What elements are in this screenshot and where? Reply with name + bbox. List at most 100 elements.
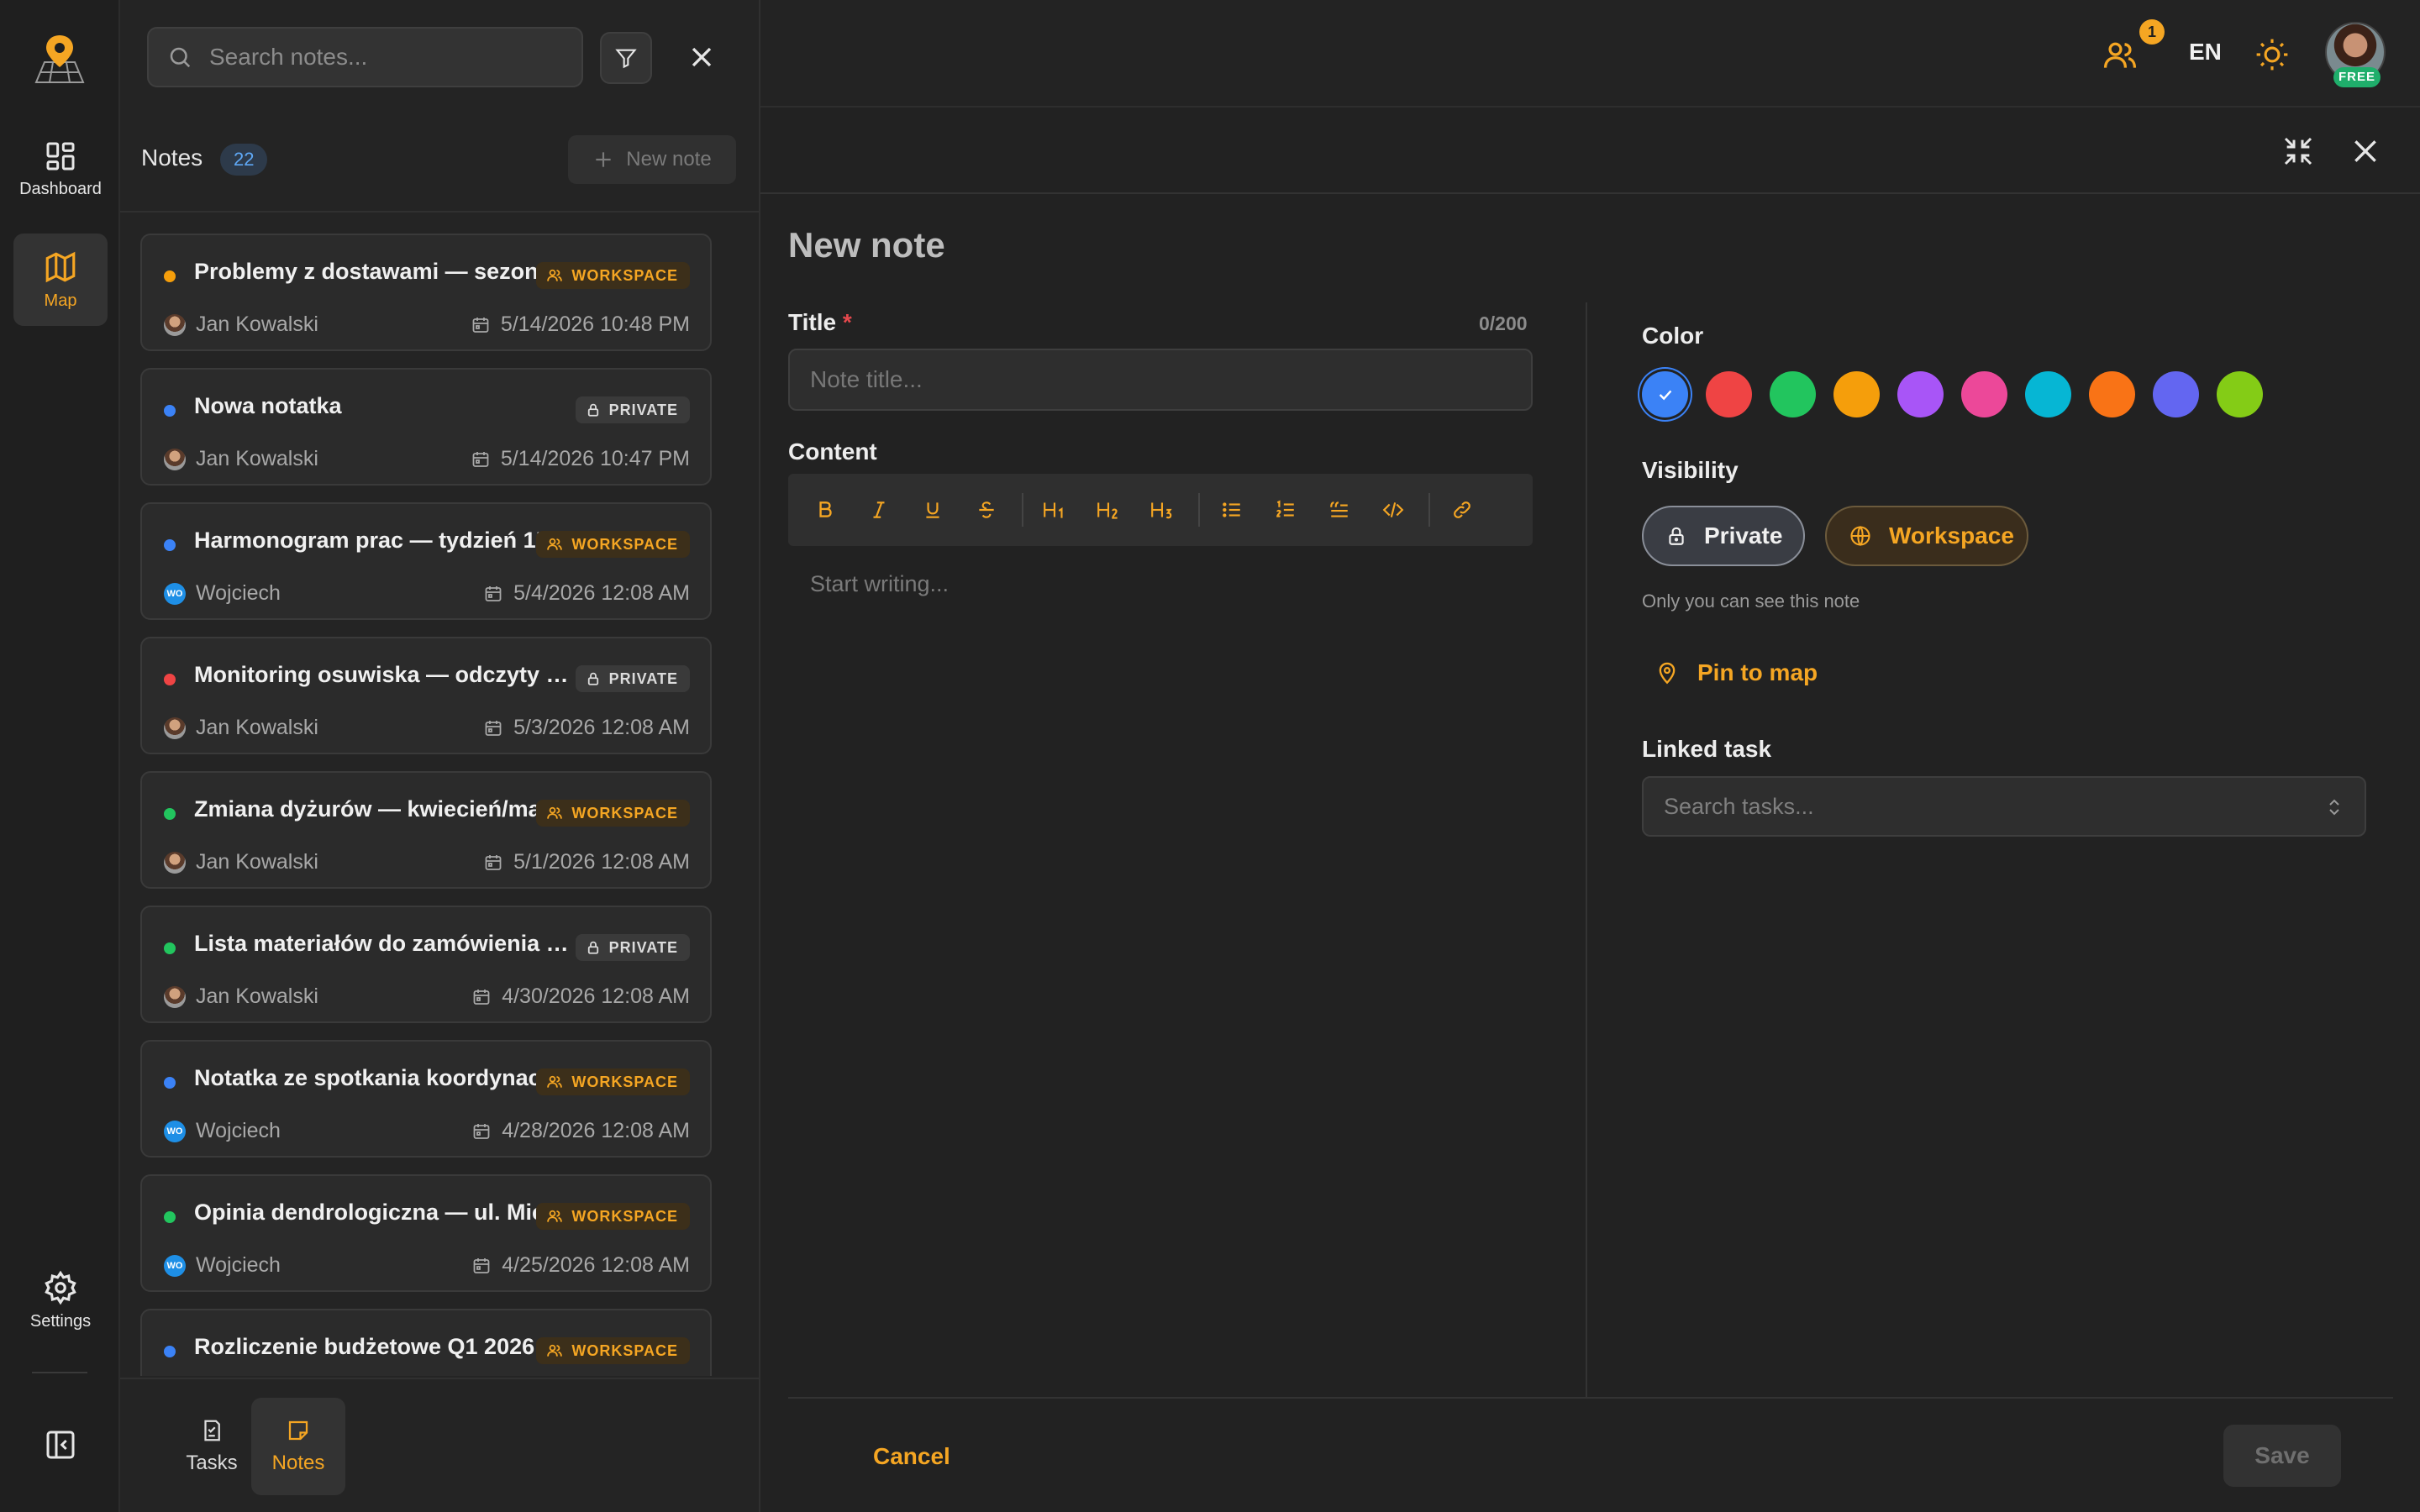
visibility-badge: WORKSPACE <box>536 1337 690 1364</box>
note-color-dot <box>164 942 176 954</box>
nav-item-dashboard[interactable]: Dashboard <box>13 123 108 215</box>
note-date: 5/14/2026 10:48 PM <box>471 312 690 337</box>
pin-to-map-button[interactable]: Pin to map <box>1655 659 1818 686</box>
collapse-sidebar-icon[interactable] <box>44 1428 77 1462</box>
note-color-dot <box>164 1346 176 1357</box>
team-icon[interactable] <box>2102 37 2139 74</box>
color-swatch[interactable] <box>1642 371 1688 417</box>
editor-toolbar <box>760 108 2420 194</box>
note-card[interactable]: Lista materiałów do zamówienia — ... PRIV… <box>140 906 712 1023</box>
search-input[interactable] <box>208 43 544 71</box>
note-title: Zmiana dyżurów — kwiecień/maj <box>194 796 548 822</box>
nav-item-settings[interactable]: Settings <box>13 1254 108 1347</box>
note-author: Jan Kowalski <box>164 984 318 1009</box>
tab-tasks[interactable]: Tasks <box>165 1398 259 1495</box>
code-icon[interactable] <box>1375 491 1412 528</box>
italic-icon[interactable] <box>860 491 897 528</box>
note-card[interactable]: Opinia dendrologiczna — ul. Mic... WORKSP… <box>140 1174 712 1292</box>
heading3-icon[interactable] <box>1144 491 1181 528</box>
cancel-button[interactable]: Cancel <box>873 1443 950 1470</box>
color-swatch[interactable] <box>1706 371 1752 417</box>
note-title: Nowa notatka <box>194 393 342 418</box>
note-list: Problemy z dostawami — sezon ... WORKSPAC… <box>140 234 712 1376</box>
content-editor[interactable]: Start writing... <box>788 546 1533 1386</box>
visibility-private-button[interactable]: Private <box>1642 506 1805 566</box>
note-title: Rozliczenie budżetowe Q1 2026 <box>194 1334 535 1359</box>
search-box[interactable] <box>147 27 583 87</box>
title-input[interactable] <box>788 349 1533 411</box>
date-text: 5/1/2026 12:08 AM <box>513 850 690 874</box>
note-card[interactable]: Nowa notatka PRIVATE Jan Kowalski 5/14/2026… <box>140 368 712 486</box>
date-text: 5/3/2026 12:08 AM <box>513 716 690 739</box>
author-name: Jan Kowalski <box>196 447 318 470</box>
color-swatch[interactable] <box>1897 371 1944 417</box>
note-author: WO Wojciech <box>164 581 281 606</box>
note-author: Jan Kowalski <box>164 312 318 337</box>
link-icon[interactable] <box>1444 491 1481 528</box>
color-swatch[interactable] <box>2153 371 2199 417</box>
toolbar-divider <box>1022 493 1023 527</box>
color-swatch[interactable] <box>2217 371 2263 417</box>
close-icon[interactable] <box>2349 134 2382 168</box>
visibility-badge-label: PRIVATE <box>608 938 678 956</box>
strikethrough-icon[interactable] <box>968 491 1005 528</box>
note-card[interactable]: Harmonogram prac — tydzień 15... WORKSPAC… <box>140 502 712 620</box>
note-editor: New note Title * 0/200 Content <box>760 108 2420 1512</box>
note-title: Lista materiałów do zamówienia — ... <box>194 931 572 956</box>
toolbar-divider <box>1198 493 1200 527</box>
color-swatch[interactable] <box>2089 371 2135 417</box>
date-text: 4/25/2026 12:08 AM <box>502 1253 690 1277</box>
app-logo-icon[interactable] <box>28 32 92 86</box>
nav-rail: Dashboard Map Settings <box>0 0 120 1512</box>
bullet-list-icon[interactable] <box>1213 491 1250 528</box>
ordered-list-icon[interactable] <box>1267 491 1304 528</box>
note-card[interactable]: Notatka ze spotkania koordynac... WORKSPA… <box>140 1040 712 1158</box>
note-card[interactable]: Problemy z dostawami — sezon ... WORKSPAC… <box>140 234 712 351</box>
notes-panel: Notes 22 New note Problemy z dostawami —… <box>120 0 760 1512</box>
visibility-badge-label: WORKSPACE <box>571 1073 678 1090</box>
linked-task-label: Linked task <box>1642 736 1772 762</box>
color-swatch[interactable] <box>1833 371 1880 417</box>
visibility-badge-label: WORKSPACE <box>571 266 678 284</box>
filter-icon <box>614 46 638 70</box>
visibility-label: Visibility <box>1642 457 1739 483</box>
team-icon <box>546 805 563 822</box>
note-color-dot <box>164 1077 176 1089</box>
note-title: Opinia dendrologiczna — ul. Mic... <box>194 1200 564 1225</box>
note-card[interactable]: Zmiana dyżurów — kwiecień/maj WORKSPACE Ja… <box>140 771 712 889</box>
visibility-workspace-button[interactable]: Workspace <box>1825 506 2028 566</box>
language-switcher[interactable]: EN <box>2189 39 2222 66</box>
heading1-icon[interactable] <box>1037 491 1074 528</box>
nav-item-map[interactable]: Map <box>13 234 108 326</box>
note-author: Jan Kowalski <box>164 716 318 740</box>
color-swatch[interactable] <box>2025 371 2071 417</box>
blockquote-icon[interactable] <box>1321 491 1358 528</box>
calendar-icon <box>483 853 503 873</box>
avatar: WO <box>164 1120 186 1142</box>
avatar-initials: WO <box>166 588 183 599</box>
color-swatch[interactable] <box>1770 371 1816 417</box>
note-card[interactable]: Rozliczenie budżetowe Q1 2026 WORKSPACE <box>140 1309 712 1376</box>
note-card[interactable]: Monitoring osuwiska — odczyty ink... PRIV… <box>140 637 712 754</box>
note-author: Jan Kowalski <box>164 447 318 471</box>
note-color-dot <box>164 674 176 685</box>
heading2-icon[interactable] <box>1091 491 1128 528</box>
filter-button[interactable] <box>600 32 652 84</box>
linked-task-select[interactable]: Search tasks... <box>1642 776 2366 837</box>
minimize-icon[interactable] <box>2281 134 2315 168</box>
color-swatch[interactable] <box>1961 371 2007 417</box>
team-icon <box>546 1074 563 1090</box>
save-button[interactable]: Save <box>2223 1425 2341 1487</box>
sun-icon[interactable] <box>2254 37 2290 72</box>
new-note-button[interactable]: New note <box>568 135 736 184</box>
visibility-badge-label: WORKSPACE <box>571 1207 678 1225</box>
task-select-placeholder: Search tasks... <box>1664 793 1814 819</box>
close-icon[interactable] <box>685 40 718 74</box>
team-icon <box>546 1208 563 1225</box>
divider <box>32 1372 87 1373</box>
date-text: 5/14/2026 10:47 PM <box>500 447 690 470</box>
bold-icon[interactable] <box>807 491 844 528</box>
tab-notes[interactable]: Notes <box>251 1398 345 1495</box>
author-name: Jan Kowalski <box>196 716 318 739</box>
underline-icon[interactable] <box>914 491 951 528</box>
